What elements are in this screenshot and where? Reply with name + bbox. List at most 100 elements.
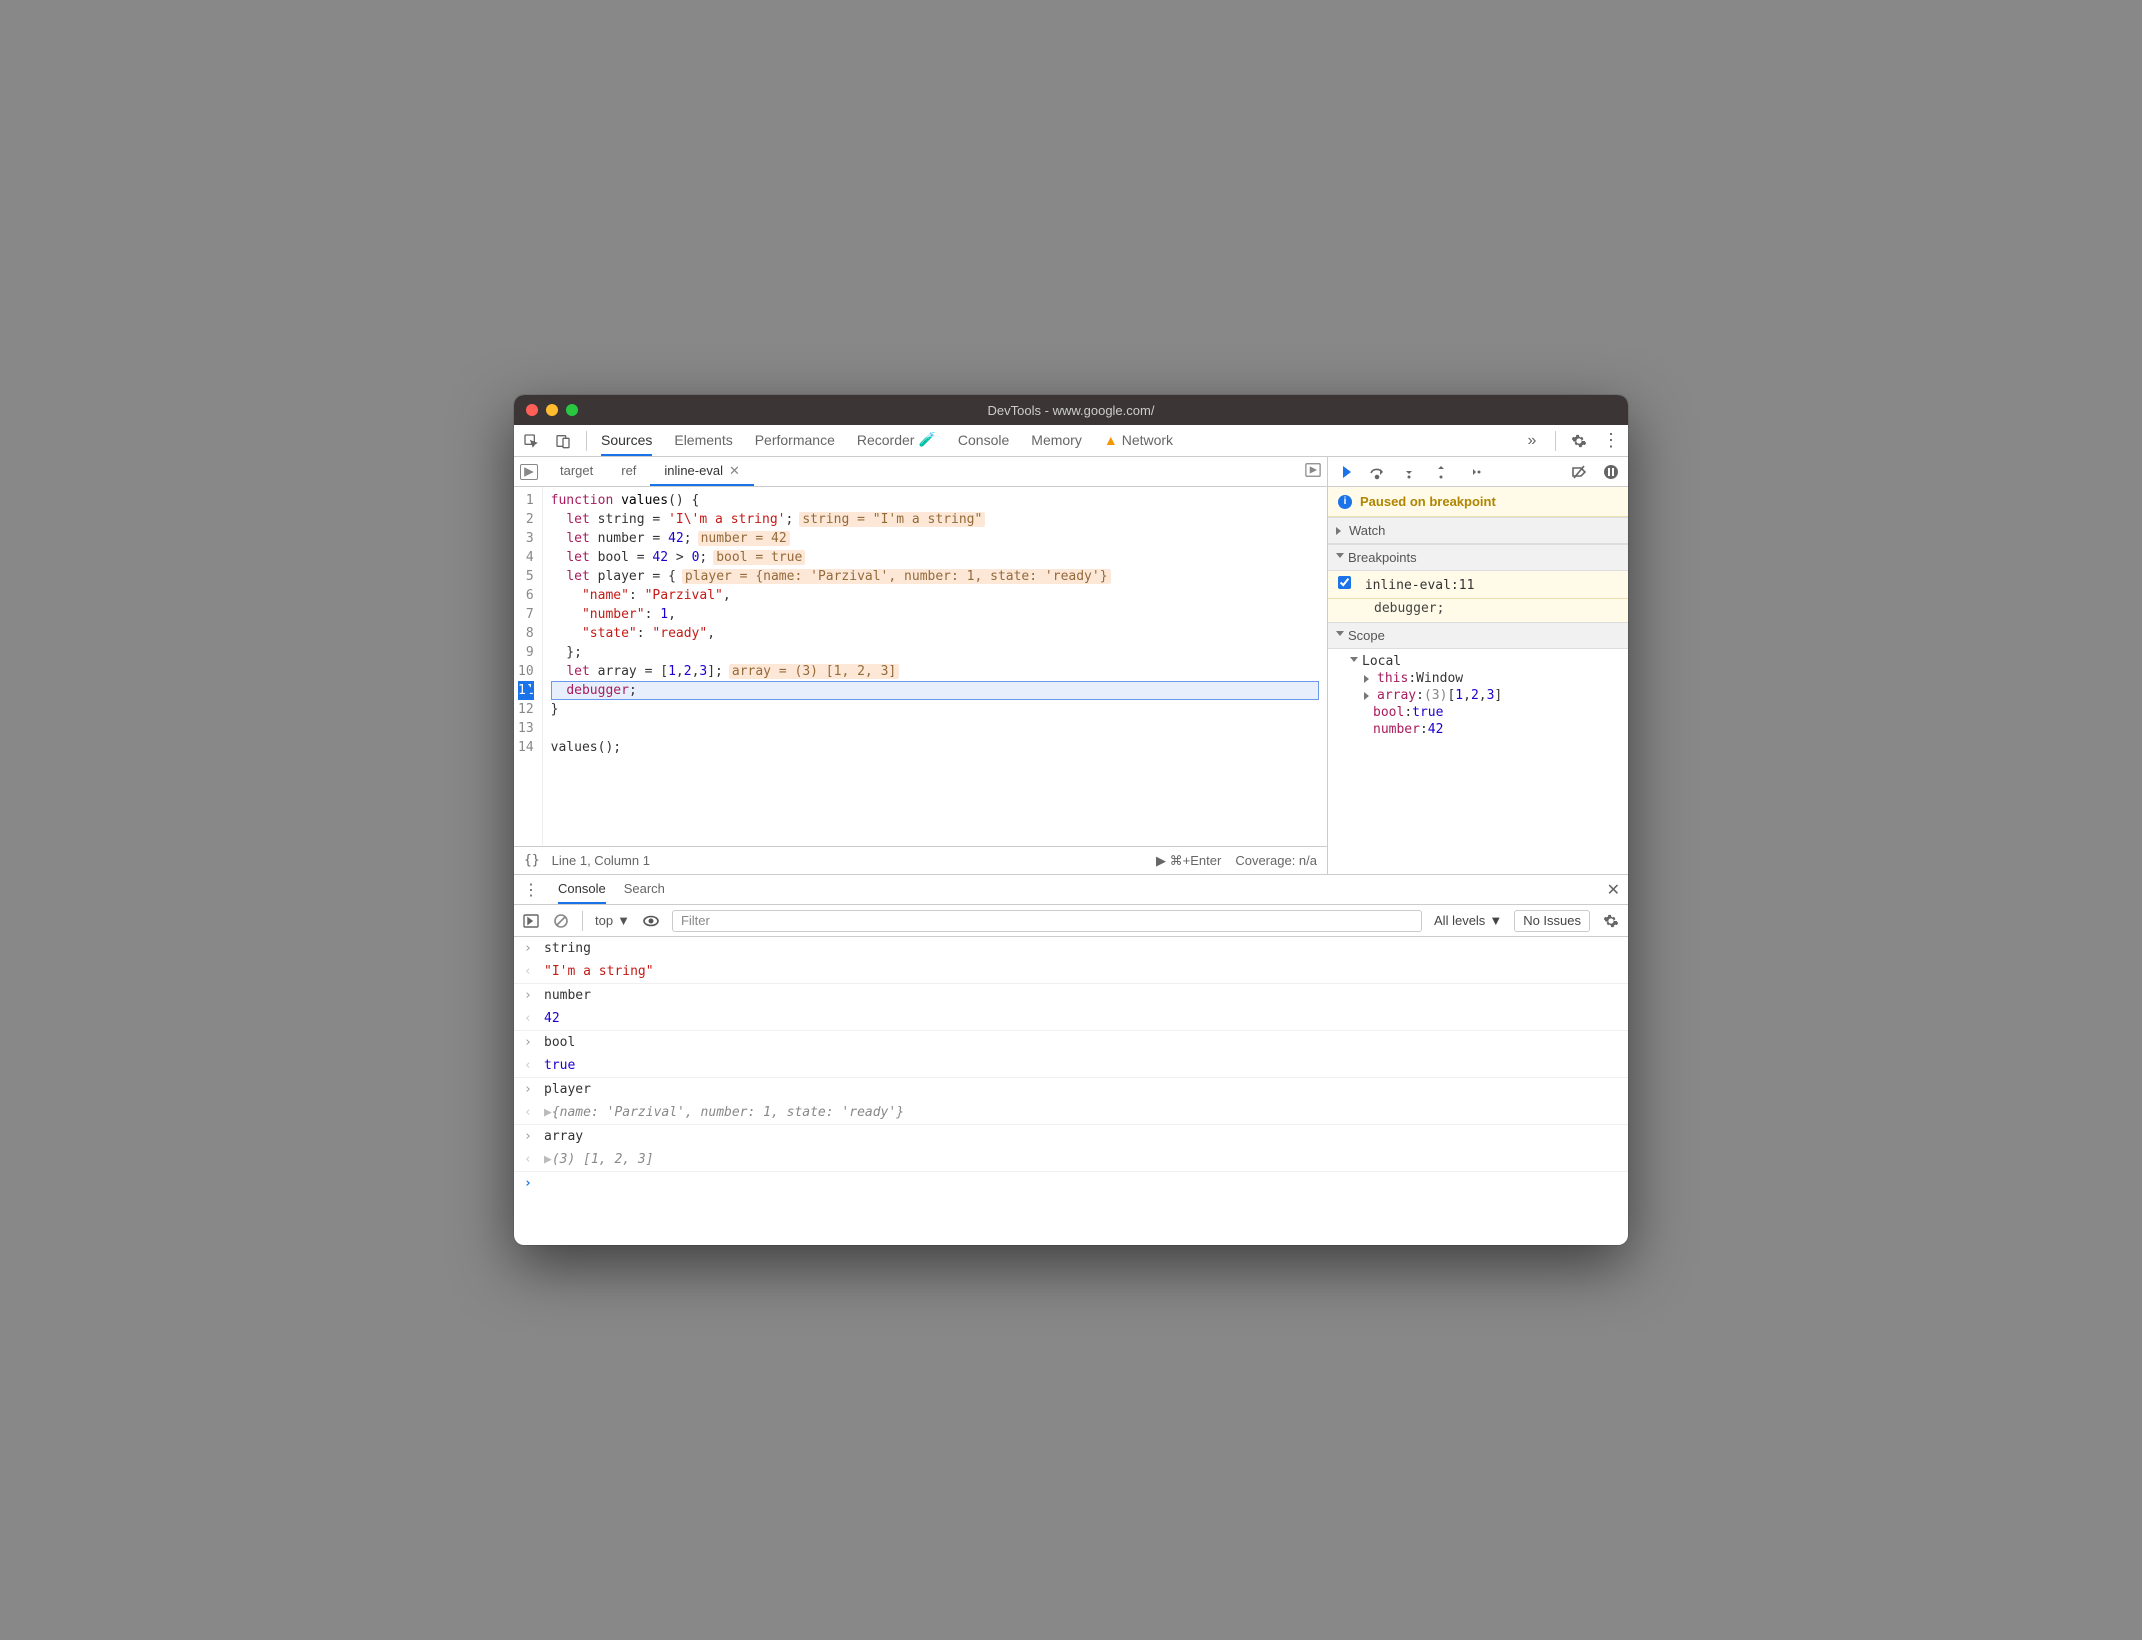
- file-tab-inline-eval[interactable]: inline-eval✕: [650, 457, 753, 486]
- file-tab-target[interactable]: target: [546, 457, 607, 486]
- code-line[interactable]: let array = [1,2,3];array = (3) [1, 2, 3…: [551, 662, 1319, 681]
- drawer-tab-console[interactable]: Console: [558, 875, 606, 904]
- console-row[interactable]: ‹▶{name: 'Parzival', number: 1, state: '…: [514, 1101, 1628, 1125]
- line-gutter[interactable]: 1234567891011121314: [514, 487, 543, 846]
- run-snippet-icon[interactable]: [1305, 462, 1321, 481]
- step-icon[interactable]: [1464, 463, 1482, 481]
- code-lines[interactable]: function values() { let string = 'I\'m a…: [543, 487, 1327, 846]
- levels-selector[interactable]: All levels ▼: [1434, 913, 1502, 928]
- code-line[interactable]: let number = 42;number = 42: [551, 529, 1319, 548]
- panel-tab-sources[interactable]: Sources: [601, 425, 652, 456]
- filter-input[interactable]: Filter: [672, 910, 1422, 932]
- console-row[interactable]: ›array: [514, 1125, 1628, 1148]
- close-window-icon[interactable]: [526, 404, 538, 416]
- scope-variable[interactable]: number: 42: [1336, 721, 1628, 738]
- line-number[interactable]: 12: [518, 700, 534, 719]
- file-tab-ref[interactable]: ref: [607, 457, 650, 486]
- console-row[interactable]: ›number: [514, 984, 1628, 1007]
- console-prompt[interactable]: ›: [514, 1172, 1628, 1195]
- window-title: DevTools - www.google.com/: [514, 403, 1628, 418]
- scope-variable[interactable]: this: Window: [1336, 670, 1628, 687]
- code-line[interactable]: "state": "ready",: [551, 624, 1319, 643]
- drawer-tab-search[interactable]: Search: [624, 875, 665, 904]
- scope-local-header[interactable]: Local: [1336, 653, 1628, 670]
- code-line[interactable]: values();: [551, 738, 1319, 757]
- more-tabs-icon[interactable]: »: [1523, 432, 1541, 450]
- code-line[interactable]: "number": 1,: [551, 605, 1319, 624]
- console-row[interactable]: ‹42: [514, 1007, 1628, 1031]
- line-number[interactable]: 1: [518, 491, 534, 510]
- console-row[interactable]: ‹true: [514, 1054, 1628, 1078]
- panel-tab-console[interactable]: Console: [958, 425, 1009, 456]
- scope-variable[interactable]: array: (3) [1, 2, 3]: [1336, 687, 1628, 704]
- toggle-sidebar-icon[interactable]: [522, 912, 540, 930]
- close-icon[interactable]: ✕: [729, 463, 740, 479]
- line-number[interactable]: 10: [518, 662, 534, 681]
- code-line[interactable]: let player = {player = {name: 'Parzival'…: [551, 567, 1319, 586]
- line-number[interactable]: 6: [518, 586, 534, 605]
- panel-tab-elements[interactable]: Elements: [674, 425, 732, 456]
- panel-tab-recorder[interactable]: Recorder 🧪: [857, 425, 936, 456]
- line-number[interactable]: 13: [518, 719, 534, 738]
- code-line[interactable]: [551, 719, 1319, 738]
- clear-console-icon[interactable]: [552, 912, 570, 930]
- step-out-icon[interactable]: [1432, 463, 1450, 481]
- live-expression-icon[interactable]: [642, 912, 660, 930]
- device-toolbar-icon[interactable]: [554, 432, 572, 450]
- panel-tab-network[interactable]: ▲Network: [1104, 425, 1173, 456]
- console-row[interactable]: ‹▶(3) [1, 2, 3]: [514, 1148, 1628, 1172]
- code-line[interactable]: "name": "Parzival",: [551, 586, 1319, 605]
- step-into-icon[interactable]: [1400, 463, 1418, 481]
- line-number[interactable]: 8: [518, 624, 534, 643]
- panel-tab-performance[interactable]: Performance: [755, 425, 835, 456]
- console-output[interactable]: ›string‹"I'm a string"›number‹42›bool‹tr…: [514, 937, 1628, 1245]
- console-row[interactable]: ›player: [514, 1078, 1628, 1101]
- resume-icon[interactable]: [1336, 463, 1354, 481]
- minimize-window-icon[interactable]: [546, 404, 558, 416]
- line-number[interactable]: 3: [518, 529, 534, 548]
- settings-icon[interactable]: [1570, 432, 1588, 450]
- breakpoint-checkbox[interactable]: [1338, 576, 1351, 589]
- maximize-window-icon[interactable]: [566, 404, 578, 416]
- console-row[interactable]: ›bool: [514, 1031, 1628, 1054]
- panel-tab-memory[interactable]: Memory: [1031, 425, 1082, 456]
- issues-label: No Issues: [1523, 913, 1581, 928]
- line-number[interactable]: 2: [518, 510, 534, 529]
- breakpoint-item[interactable]: inline-eval:11: [1328, 571, 1628, 599]
- watch-section-header[interactable]: Watch: [1328, 517, 1628, 544]
- kebab-menu-icon[interactable]: ⋮: [1602, 432, 1620, 450]
- line-number[interactable]: 14: [518, 738, 534, 757]
- code-line[interactable]: function values() {: [551, 491, 1319, 510]
- drawer-menu-icon[interactable]: ⋮: [522, 881, 540, 899]
- line-number[interactable]: 11: [518, 681, 534, 700]
- line-number[interactable]: 5: [518, 567, 534, 586]
- scope-variable[interactable]: bool: true: [1336, 704, 1628, 721]
- step-over-icon[interactable]: [1368, 463, 1386, 481]
- inspect-element-icon[interactable]: [522, 432, 540, 450]
- console-row[interactable]: ›string: [514, 937, 1628, 960]
- code-editor[interactable]: 1234567891011121314 function values() { …: [514, 487, 1327, 846]
- pause-on-exceptions-icon[interactable]: [1602, 463, 1620, 481]
- input-caret-icon: ›: [524, 1082, 536, 1097]
- pretty-print-icon[interactable]: {}: [524, 853, 540, 868]
- context-selector[interactable]: top ▼: [595, 913, 630, 928]
- scope-section-header[interactable]: Scope: [1328, 622, 1628, 649]
- code-line[interactable]: }: [551, 700, 1319, 719]
- console-row[interactable]: ‹"I'm a string": [514, 960, 1628, 984]
- breakpoints-section-header[interactable]: Breakpoints: [1328, 544, 1628, 571]
- code-line[interactable]: debugger;: [551, 681, 1319, 700]
- console-settings-icon[interactable]: [1602, 912, 1620, 930]
- code-line[interactable]: };: [551, 643, 1319, 662]
- show-navigator-icon[interactable]: [520, 464, 538, 480]
- issues-button[interactable]: No Issues: [1514, 910, 1590, 932]
- line-number[interactable]: 4: [518, 548, 534, 567]
- code-line[interactable]: let bool = 42 > 0;bool = true: [551, 548, 1319, 567]
- coverage-status[interactable]: Coverage: n/a: [1235, 853, 1317, 868]
- deactivate-breakpoints-icon[interactable]: [1570, 463, 1588, 481]
- line-number[interactable]: 9: [518, 643, 534, 662]
- code-line[interactable]: let string = 'I\'m a string';string = "I…: [551, 510, 1319, 529]
- close-drawer-icon[interactable]: ✕: [1607, 880, 1620, 900]
- run-hint[interactable]: ▶ ⌘+Enter: [1156, 853, 1221, 869]
- main-toolbar: Sources Elements Performance Recorder 🧪 Cons…: [514, 425, 1628, 457]
- line-number[interactable]: 7: [518, 605, 534, 624]
